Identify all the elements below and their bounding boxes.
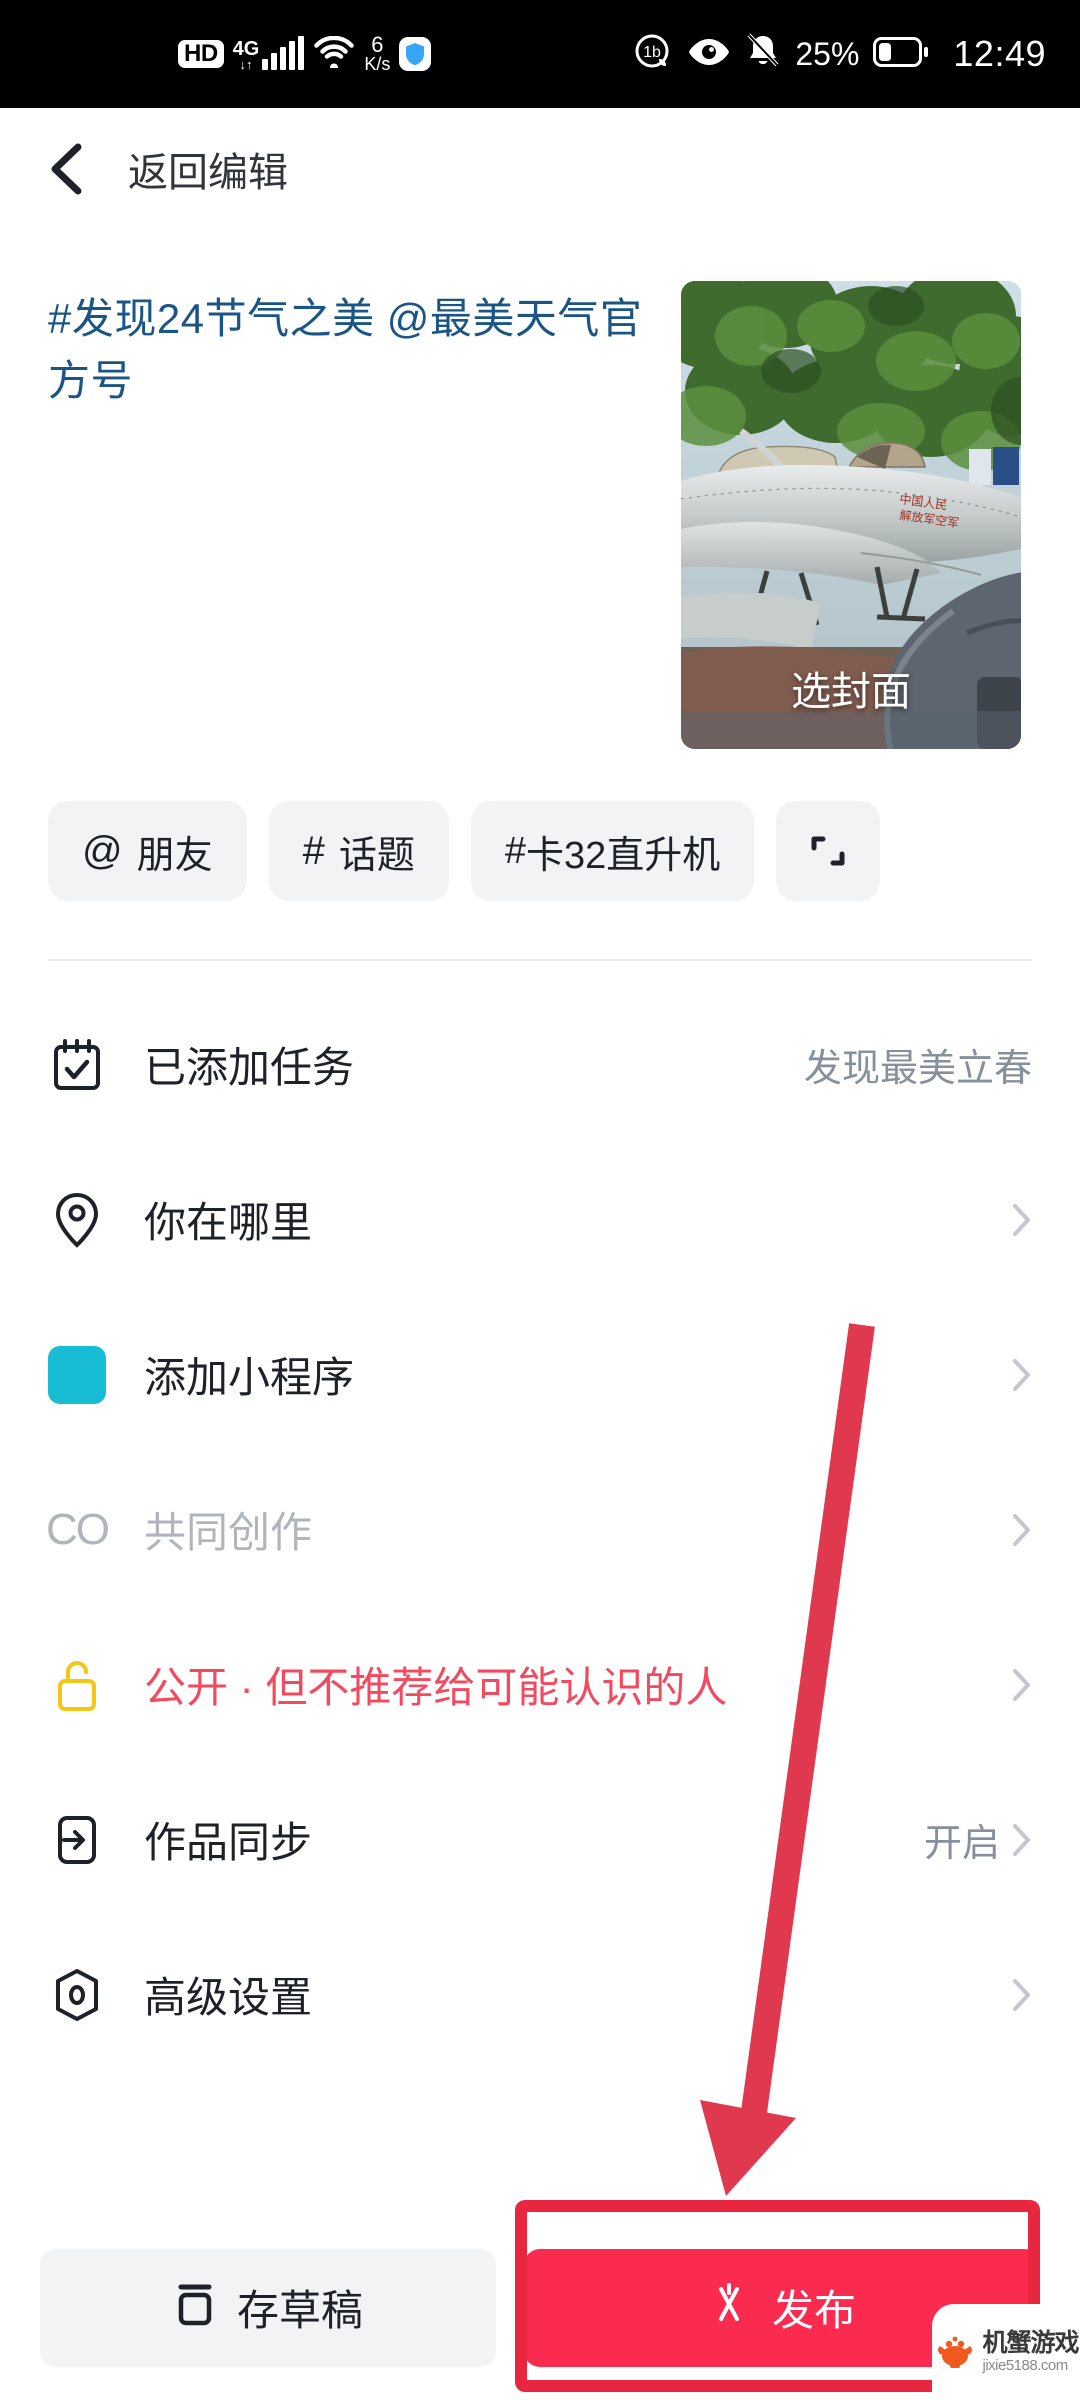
row-privacy-right: [1012, 1668, 1032, 1702]
task-calendar-icon: [48, 1036, 106, 1094]
watermark: 机蟹游戏 jixie5188.com: [932, 2304, 1080, 2400]
row-privacy-label: 公开 · 但不推荐给可能认识的人: [144, 1664, 728, 1711]
sound-mode-icon: 1b: [633, 32, 673, 77]
row-sync[interactable]: 作品同步 开启: [0, 1762, 1080, 1917]
watermark-url: jixie5188.com: [982, 2356, 1068, 2374]
chip-friend[interactable]: @ 朋友: [48, 801, 247, 901]
network-sub-label: ↓↑: [239, 57, 253, 72]
signal-4g-icon: 4G ↓↑: [233, 36, 305, 72]
chevron-right-icon: [1012, 1358, 1032, 1392]
network-speed-icon: 6 K/s: [364, 34, 390, 74]
save-draft-label: 存草稿: [236, 2287, 363, 2334]
location-pin-icon: [48, 1191, 106, 1249]
chip-hashtag-label: 卡32直升机: [526, 834, 721, 877]
chevron-right-icon: [1012, 1203, 1032, 1237]
battery-percent-label: 25%: [795, 35, 860, 72]
chevron-right-icon: [1012, 1513, 1032, 1547]
chip-row: @ 朋友 # 话题 # 卡32直升机: [48, 801, 1080, 901]
row-added-task-right: 发现最美立春: [804, 1037, 1032, 1092]
shield-icon: [399, 37, 432, 71]
crab-logo-icon: [933, 2328, 977, 2377]
row-co-creation-right: [1012, 1513, 1032, 1547]
row-privacy[interactable]: 公开 · 但不推荐给可能认识的人: [0, 1607, 1080, 1762]
row-location-right: [1012, 1203, 1032, 1237]
co-creation-icon: CO: [46, 1504, 110, 1554]
row-sync-value: 开启: [923, 1823, 1000, 1865]
phone-screen: HD 4G ↓↑ 6 K/s 1b 25% 12:49 返回编辑 #发现24节气…: [0, 0, 1080, 2400]
row-mini-program-right: [1012, 1358, 1032, 1392]
chip-friend-label: 朋友: [136, 834, 213, 877]
sync-icon: [48, 1811, 106, 1869]
row-added-task[interactable]: 已添加任务 发现最美立春: [0, 987, 1080, 1142]
hd-badge: HD: [178, 40, 224, 68]
mini-program-icon: [48, 1345, 106, 1404]
status-bar-left: HD 4G ↓↑ 6 K/s: [178, 34, 432, 74]
chevron-right-icon: [1012, 1668, 1032, 1702]
sparkle-icon: [708, 2281, 750, 2335]
bottom-action-bar: 存草稿 发布: [0, 2215, 1080, 2400]
row-co-creation[interactable]: CO 共同创作: [0, 1452, 1080, 1607]
cover-thumbnail[interactable]: 中国人民 解放军空军 选封面: [681, 281, 1021, 749]
hash-symbol: #: [302, 828, 325, 873]
chip-hashtag-ka32[interactable]: # 卡32直升机: [470, 801, 755, 901]
row-mini-program[interactable]: 添加小程序: [0, 1297, 1080, 1452]
row-added-task-value: 发现最美立春: [803, 1048, 1032, 1090]
eye-care-icon: [687, 37, 731, 72]
hash-symbol-2: #: [504, 829, 527, 872]
row-advanced-settings-label: 高级设置: [144, 1974, 313, 2021]
unlock-icon: [48, 1656, 106, 1714]
advanced-settings-icon: [48, 1966, 106, 2024]
row-advanced-settings-right: [1012, 1978, 1032, 2012]
watermark-name: 机蟹游戏: [982, 2328, 1079, 2357]
row-co-creation-label: 共同创作: [144, 1509, 313, 1556]
battery-icon: [873, 36, 929, 72]
chip-topic-label: 话题: [338, 834, 415, 877]
at-symbol: @: [82, 828, 123, 873]
status-bar-right: 1b 25% 12:49: [633, 32, 1046, 77]
chevron-right-icon: [1012, 1823, 1032, 1857]
signal-bars-icon: [262, 36, 305, 70]
back-chevron-icon[interactable]: [46, 143, 86, 195]
publish-label: 发布: [771, 2287, 856, 2334]
clock-label: 12:49: [953, 33, 1046, 74]
row-sync-right: 开启: [924, 1812, 1032, 1867]
back-to-edit-label[interactable]: 返回编辑: [128, 140, 288, 198]
caption-text[interactable]: #发现24节气之美 @最美天气官方号: [48, 288, 648, 412]
settings-list: 已添加任务 发现最美立春 你在哪里 添加小程序 CO 共同创作 公开 · 但不推…: [0, 987, 1080, 2072]
status-bar: HD 4G ↓↑ 6 K/s 1b 25% 12:49: [0, 0, 1080, 108]
row-location-label: 你在哪里: [144, 1199, 313, 1246]
row-advanced-settings[interactable]: 高级设置: [0, 1917, 1080, 2072]
bell-muted-icon: [745, 33, 781, 76]
svg-text:1b: 1b: [643, 44, 661, 61]
wifi-icon: [313, 35, 355, 73]
watermark-text: 机蟹游戏 jixie5188.com: [982, 2328, 1079, 2375]
save-draft-button[interactable]: 存草稿: [40, 2248, 496, 2367]
section-divider: [48, 959, 1032, 961]
speed-unit: K/s: [364, 54, 391, 74]
row-location[interactable]: 你在哪里: [0, 1142, 1080, 1297]
chip-resize-icon[interactable]: [776, 801, 881, 901]
draft-box-icon: [173, 2279, 217, 2337]
row-sync-label: 作品同步: [144, 1819, 313, 1866]
chevron-right-icon: [1012, 1978, 1032, 2012]
row-mini-program-label: 添加小程序: [144, 1354, 355, 1401]
nav-bar: 返回编辑: [0, 108, 1080, 230]
row-added-task-label: 已添加任务: [144, 1044, 355, 1091]
cover-label[interactable]: 选封面: [681, 659, 1021, 717]
chip-topic[interactable]: # 话题: [268, 801, 449, 901]
corner-brackets-icon: [811, 836, 845, 866]
